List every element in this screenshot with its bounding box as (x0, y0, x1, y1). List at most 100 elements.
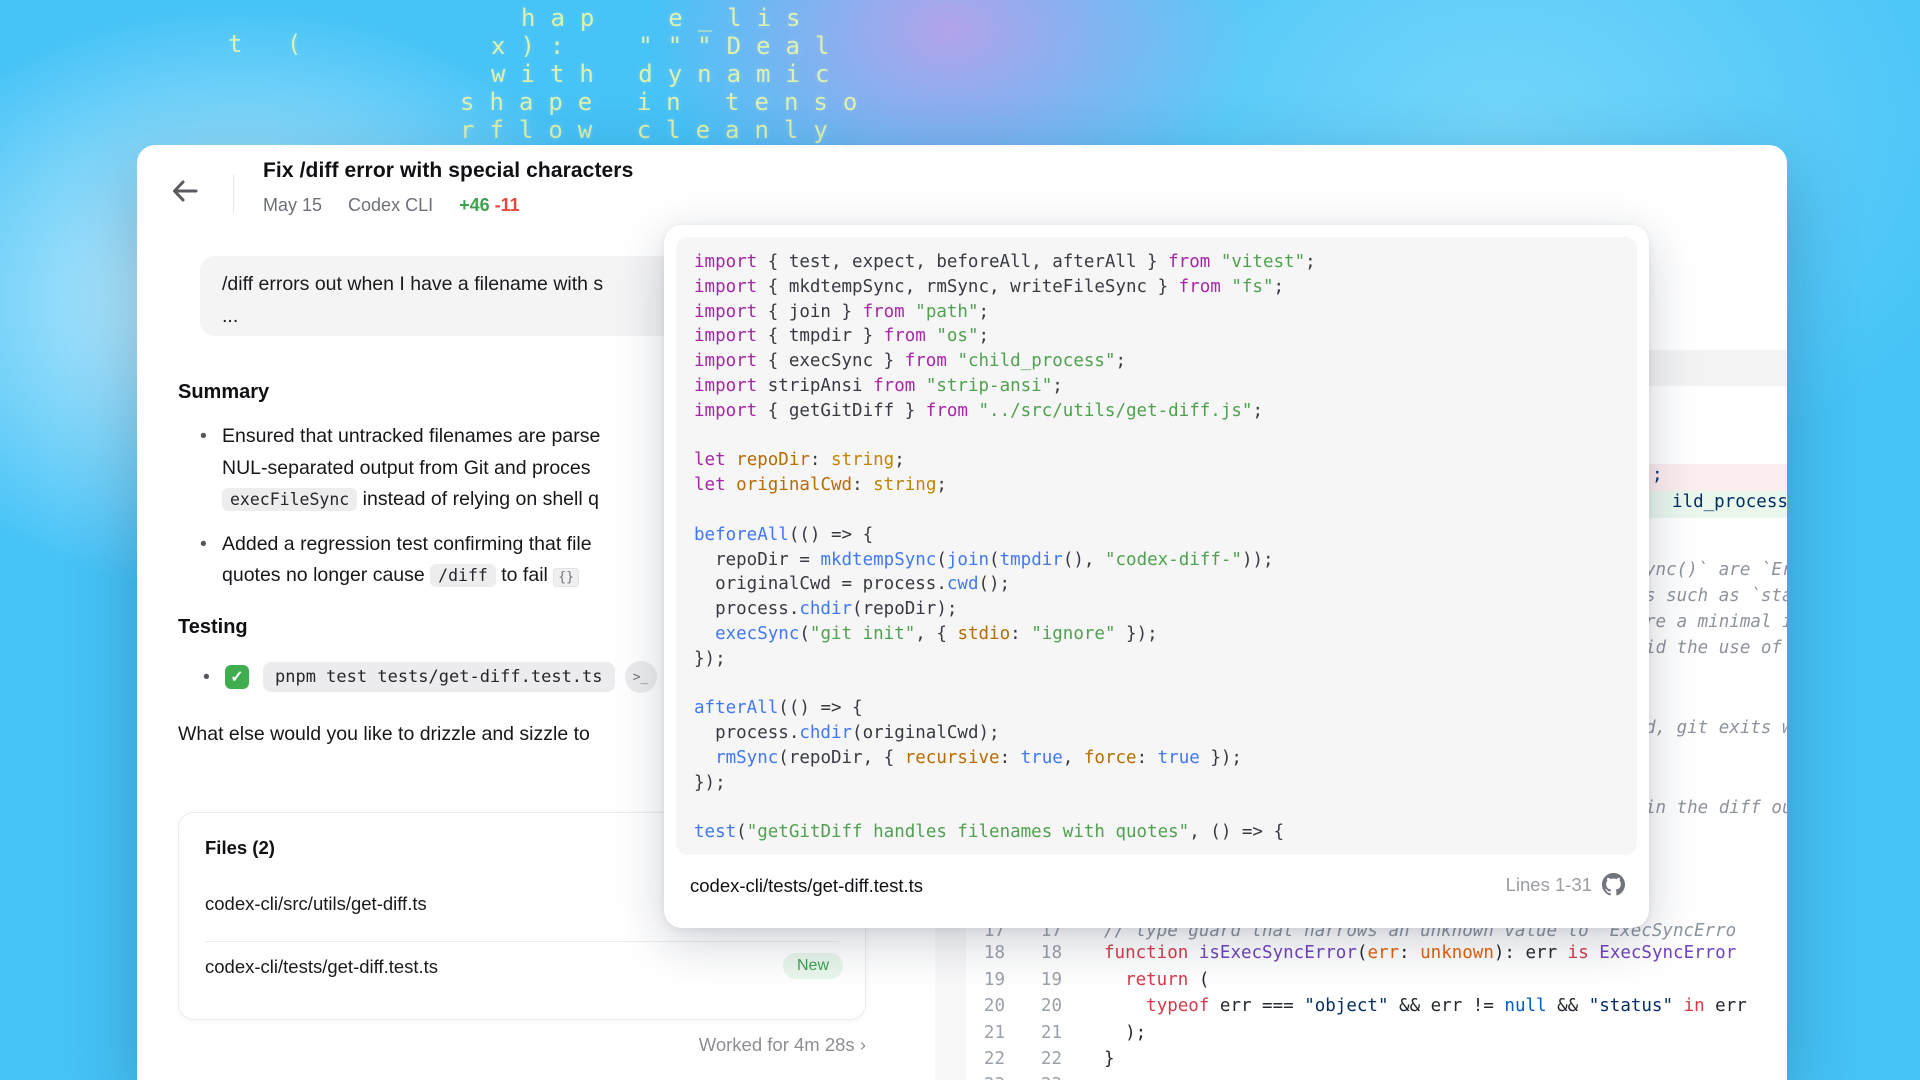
task-meta: May 15 Codex CLI +46 -11 (263, 195, 520, 216)
diff-row: 22 22} (935, 1046, 1787, 1073)
file-row[interactable]: codex-cli/tests/get-diff.test.ts New (179, 942, 865, 998)
testing-item: • ✓ pnpm test tests/get-diff.test.ts >_ (178, 659, 657, 695)
popup-footer-right: Lines 1-31 (1506, 873, 1625, 896)
new-file-badge: New (783, 953, 843, 979)
code-line: import { test, expect, beforeAll, afterA… (694, 250, 1619, 275)
bullet-text: Ensured that untracked filenames are par… (222, 425, 600, 447)
diff-row: 23 23 (935, 1072, 1787, 1080)
code-line: import { mkdtempSync, rmSync, writeFileS… (694, 275, 1619, 300)
bullet-text: NUL-separated output from Git and proces (222, 457, 591, 479)
diff-row: 21 21 ); (935, 1020, 1787, 1047)
diff-row: 19 19 return ( (935, 967, 1787, 994)
line-number-old: 18 (965, 940, 1005, 967)
github-icon[interactable] (1602, 873, 1625, 896)
diff-row: 18 18 function isExecSyncError(err: unknow… (935, 940, 1787, 967)
code-line: import { execSync } from "child_process"… (694, 349, 1619, 374)
background-code-fragment: t ( (228, 30, 316, 58)
code-line: repoDir = mkdtempSync(join(tmpdir(), "co… (694, 548, 1619, 573)
line-number-old: 22 (965, 1046, 1005, 1073)
line-number-old: 19 (965, 967, 1005, 994)
diff-comment-fragment: d, git exits wi (1645, 718, 1787, 738)
file-row-divider (205, 941, 839, 942)
bullet-text: quotes no longer cause (222, 564, 430, 586)
code-braces-badge: {} (553, 568, 579, 587)
background-code-line: with dynamic (491, 60, 844, 88)
diff-comment-fragment: in the diff out (1645, 798, 1787, 818)
code-line (694, 796, 1619, 821)
code-line: import { join } from "path"; (694, 300, 1619, 325)
test-command-chip[interactable]: pnpm test tests/get-diff.test.ts (263, 662, 615, 692)
diff-row: 20 20 typeof err === "object" && err != n… (935, 993, 1787, 1020)
summary-heading: Summary (178, 381, 269, 404)
code-line: import stripAnsi from "strip-ansi"; (694, 374, 1619, 399)
diff-comment-fragment: ync()` are `Err (1645, 560, 1787, 580)
code-line (694, 498, 1619, 523)
code-line: test("getGitDiff handles filenames with … (694, 820, 1619, 845)
background-code-line: x): """Deal (491, 32, 844, 60)
arrow-left-icon (169, 175, 201, 207)
line-number-new: 21 (1022, 1020, 1062, 1047)
diff-code: function isExecSyncError(err: unknown): … (1104, 940, 1787, 967)
diff-code: ); (1104, 1020, 1787, 1047)
code-line: beforeAll(() => { (694, 523, 1619, 548)
diff-code: return ( (1104, 967, 1787, 994)
lines-range-label: Lines 1-31 (1506, 874, 1592, 896)
code-line: rmSync(repoDir, { recursive: true, force… (694, 746, 1619, 771)
deletions-count: -11 (495, 195, 520, 215)
background-code-line: shape in tenso (460, 88, 872, 116)
worked-duration-text: Worked for 4m 28s (699, 1034, 855, 1055)
bullet-text: Added a regression test confirming that … (222, 533, 592, 555)
terminal-icon[interactable]: >_ (625, 661, 657, 693)
diff-code: typeof err === "object" && err != null &… (1104, 993, 1787, 1020)
task-date: May 15 (263, 195, 322, 216)
bullet-dot: • (203, 666, 225, 689)
background-code-line: rflow cleanly (460, 116, 843, 144)
line-number-new: 22 (1022, 1046, 1062, 1073)
page-title: Fix /diff error with special characters (263, 159, 633, 183)
diff-code: } (1104, 1046, 1787, 1073)
popup-file-path: codex-cli/tests/get-diff.test.ts (690, 875, 923, 897)
back-button[interactable] (161, 167, 209, 215)
check-passed-icon: ✓ (225, 665, 249, 689)
additions-count: +46 (459, 195, 490, 215)
line-number-new: 23 (1022, 1072, 1062, 1080)
diff-stats: +46 -11 (459, 195, 520, 216)
code-line (694, 672, 1619, 697)
file-path: codex-cli/src/utils/get-diff.ts (205, 893, 427, 915)
deleted-line-fragment: ; (1652, 465, 1663, 485)
line-number-old: 23 (965, 1072, 1005, 1080)
repo-name[interactable]: Codex CLI (348, 195, 433, 216)
code-preview-popup: import { test, expect, beforeAll, afterA… (664, 225, 1649, 928)
worked-duration-link[interactable]: Worked for 4m 28s › (178, 1034, 866, 1056)
chevron-right-icon: › (860, 1034, 866, 1055)
code-line: process.chdir(originalCwd); (694, 721, 1619, 746)
added-line-fragment: ild_process"; (1672, 492, 1787, 512)
code-line: let repoDir: string; (694, 448, 1619, 473)
header-divider (233, 175, 234, 213)
diff-comment-fragment: re a minimal in (1645, 612, 1787, 632)
diff-comment-fragment: id the use of ` (1645, 638, 1787, 658)
code-line: }); (694, 647, 1619, 672)
code-block[interactable]: import { test, expect, beforeAll, afterA… (676, 237, 1637, 855)
line-number-new: 19 (1022, 967, 1062, 994)
code-line (694, 424, 1619, 449)
bullet-text: to fail (496, 564, 553, 586)
line-number-new: 20 (1022, 993, 1062, 1020)
files-panel-title: Files (2) (205, 837, 275, 859)
code-line: process.chdir(repoDir); (694, 597, 1619, 622)
bullet-text: instead of relying on shell q (357, 488, 599, 510)
testing-heading: Testing (178, 616, 248, 639)
file-path: codex-cli/tests/get-diff.test.ts (205, 956, 438, 978)
code-line: }); (694, 771, 1619, 796)
line-number-old: 20 (965, 993, 1005, 1020)
code-line: let originalCwd: string; (694, 473, 1619, 498)
code-line: execSync("git init", { stdio: "ignore" }… (694, 622, 1619, 647)
code-line: import { getGitDiff } from "../src/utils… (694, 399, 1619, 424)
diff-comment-fragment: s such as `stat (1645, 586, 1787, 606)
code-line: import { tmpdir } from "os"; (694, 324, 1619, 349)
line-number-new: 18 (1022, 940, 1062, 967)
code-line: afterAll(() => { (694, 696, 1619, 721)
line-number-old: 21 (965, 1020, 1005, 1047)
background-code-line: hap e_lis (521, 4, 816, 32)
code-line: originalCwd = process.cwd(); (694, 572, 1619, 597)
